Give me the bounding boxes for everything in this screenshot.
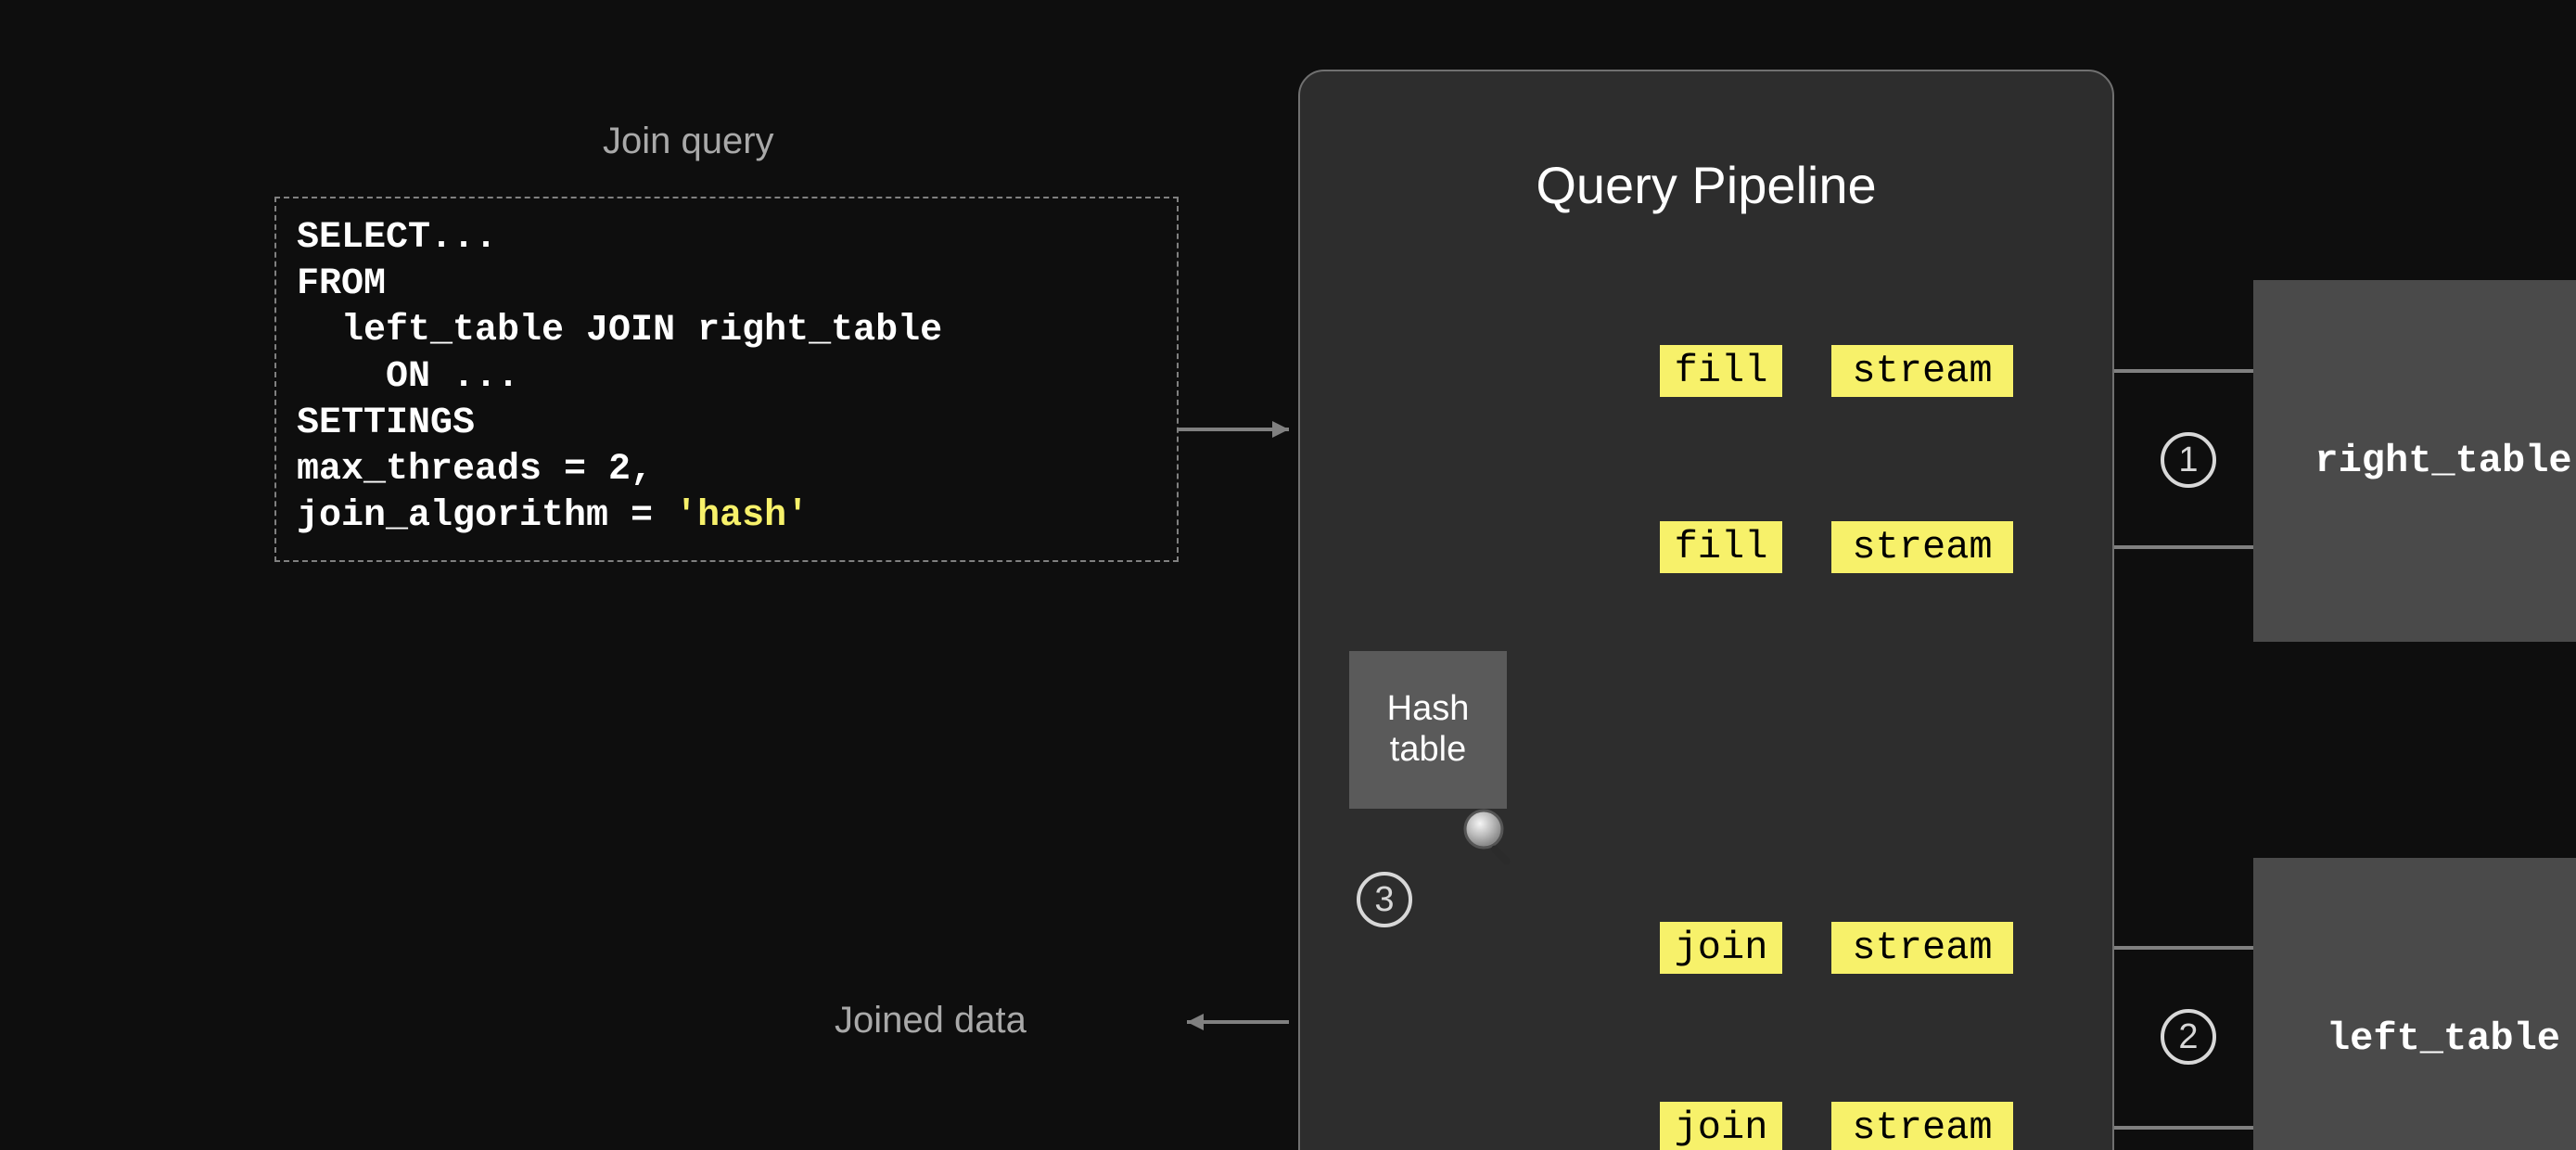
stream-chip-3: stream bbox=[1831, 922, 2013, 974]
stream-chip-4: stream bbox=[1831, 1102, 2013, 1150]
code-line-2: FROM bbox=[297, 263, 386, 305]
left-table-box: left_table bbox=[2253, 858, 2576, 1150]
fill-chip-1: fill bbox=[1660, 345, 1782, 397]
code-line-5: SETTINGS bbox=[297, 402, 475, 444]
join-chip-2: join bbox=[1660, 1102, 1782, 1150]
right-table-box: right_table bbox=[2253, 280, 2576, 642]
code-line-4: ON ... bbox=[297, 356, 519, 398]
stream-chip-2: stream bbox=[1831, 521, 2013, 573]
code-line-7b-highlight: 'hash' bbox=[675, 495, 809, 537]
step-marker-3: 3 bbox=[1357, 872, 1412, 927]
code-line-7a: join_algorithm = bbox=[297, 495, 675, 537]
code-line-6: max_threads = 2, bbox=[297, 449, 653, 491]
step-marker-1: 1 bbox=[2161, 432, 2216, 488]
join-chip-1: join bbox=[1660, 922, 1782, 974]
fill-chip-2: fill bbox=[1660, 521, 1782, 573]
code-line-1: SELECT... bbox=[297, 217, 497, 259]
sql-query-box: SELECT... FROM left_table JOIN right_tab… bbox=[274, 197, 1179, 562]
joined-data-label: Joined data bbox=[835, 1000, 1027, 1041]
query-pipeline-title: Query Pipeline bbox=[1300, 155, 2112, 215]
stream-chip-1: stream bbox=[1831, 345, 2013, 397]
connectors bbox=[0, 0, 2576, 1150]
hash-table-box: Hash table bbox=[1349, 651, 1507, 809]
query-pipeline-box: Query Pipeline bbox=[1298, 70, 2114, 1150]
code-line-3: left_table JOIN right_table bbox=[297, 310, 942, 351]
join-query-label: Join query bbox=[603, 121, 774, 162]
step-marker-2: 2 bbox=[2161, 1009, 2216, 1065]
diagram-root: Join query Joined data SELECT... FROM le… bbox=[0, 0, 2576, 1150]
